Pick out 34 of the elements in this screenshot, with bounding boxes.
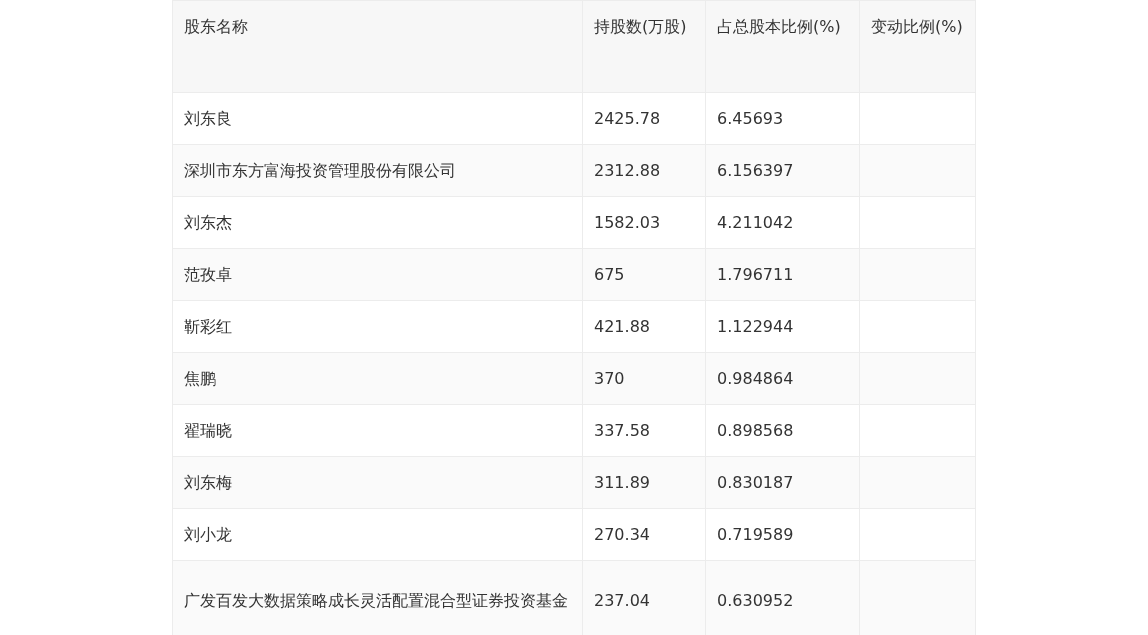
table-cell: 深圳市东方富海投资管理股份有限公司 — [172, 144, 583, 197]
table-cell: 刘东杰 — [172, 196, 583, 249]
table-cell: 刘东梅 — [172, 456, 583, 509]
column-header: 股东名称 — [172, 0, 583, 93]
column-header: 变动比例(%) — [859, 0, 976, 93]
table-cell: 237.04 — [582, 560, 706, 635]
table-cell: 翟瑞晓 — [172, 404, 583, 457]
table-cell: 4.211042 — [705, 196, 860, 249]
table-cell: 0.898568 — [705, 404, 860, 457]
table-cell: 270.34 — [582, 508, 706, 561]
table-cell: 0.630952 — [705, 560, 860, 635]
table-cell: 6.45693 — [705, 92, 860, 145]
table-cell: 刘东良 — [172, 92, 583, 145]
table-cell: 2425.78 — [582, 92, 706, 145]
table-cell: 1.796711 — [705, 248, 860, 301]
table-cell: 0.984864 — [705, 352, 860, 405]
table-cell: 0.830187 — [705, 456, 860, 509]
table-cell: 焦鹏 — [172, 352, 583, 405]
column-header: 持股数(万股) — [582, 0, 706, 93]
table-cell: 0.719589 — [705, 508, 860, 561]
column-header: 占总股本比例(%) — [705, 0, 860, 93]
table-cell: 1582.03 — [582, 196, 706, 249]
table-cell: 311.89 — [582, 456, 706, 509]
table-cell: 337.58 — [582, 404, 706, 457]
table-cell: 靳彩红 — [172, 300, 583, 353]
table-cell: 范孜卓 — [172, 248, 583, 301]
table-cell: 2312.88 — [582, 144, 706, 197]
table-cell: 6.156397 — [705, 144, 860, 197]
table-cell: 广发百发大数据策略成长灵活配置混合型证券投资基金 — [172, 560, 583, 635]
table-cell: 刘小龙 — [172, 508, 583, 561]
table-cell: 421.88 — [582, 300, 706, 353]
table-cell: 675 — [582, 248, 706, 301]
table-cell: 1.122944 — [705, 300, 860, 353]
table-cell: 370 — [582, 352, 706, 405]
